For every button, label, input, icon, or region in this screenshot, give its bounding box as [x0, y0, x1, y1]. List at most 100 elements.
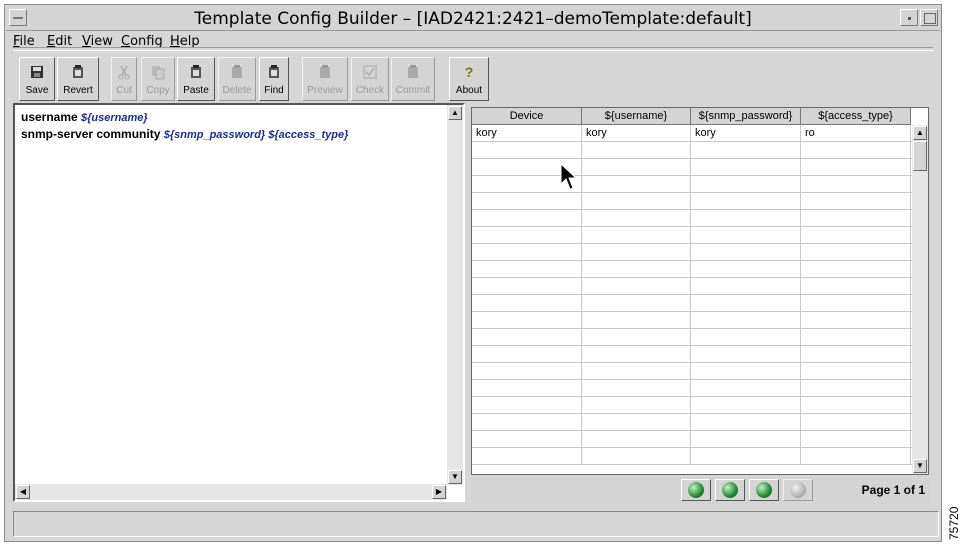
paste-button[interactable]: Paste: [177, 57, 215, 101]
cell-username[interactable]: kory: [582, 125, 691, 141]
table-row[interactable]: [472, 312, 912, 329]
table-row[interactable]: [472, 244, 912, 261]
column-header-device[interactable]: Device: [472, 108, 582, 125]
delete-button[interactable]: Delete: [218, 57, 256, 101]
commit-button[interactable]: Commit: [391, 57, 435, 101]
preview-button[interactable]: Preview: [302, 57, 348, 101]
cell-snmp-password[interactable]: [691, 142, 801, 158]
cell-snmp-password[interactable]: [691, 227, 801, 243]
scroll-up-arrow[interactable]: ▲: [913, 126, 927, 140]
cell-access-type[interactable]: [801, 227, 911, 243]
cell-snmp-password[interactable]: [691, 329, 801, 345]
table-row[interactable]: [472, 295, 912, 312]
cell-username[interactable]: [582, 142, 691, 158]
check-button[interactable]: Check: [351, 57, 389, 101]
table-row[interactable]: [472, 363, 912, 380]
title-bar[interactable]: Template Config Builder – [IAD2421:2421–…: [6, 6, 940, 31]
cell-username[interactable]: [582, 414, 691, 430]
cell-snmp-password[interactable]: [691, 295, 801, 311]
cell-device[interactable]: [472, 329, 582, 345]
cell-device[interactable]: [472, 227, 582, 243]
cell-access-type[interactable]: [801, 329, 911, 345]
cell-username[interactable]: [582, 159, 691, 175]
template-editor[interactable]: username ${username} snmp-server communi…: [13, 103, 465, 502]
table-row[interactable]: [472, 193, 912, 210]
cell-access-type[interactable]: [801, 142, 911, 158]
cell-snmp-password[interactable]: [691, 397, 801, 413]
cell-device[interactable]: [472, 448, 582, 464]
cell-username[interactable]: [582, 346, 691, 362]
revert-button[interactable]: Revert: [57, 57, 99, 101]
cell-snmp-password[interactable]: [691, 380, 801, 396]
cell-username[interactable]: [582, 312, 691, 328]
cell-username[interactable]: [582, 210, 691, 226]
cell-username[interactable]: [582, 448, 691, 464]
cell-access-type[interactable]: ro: [801, 125, 911, 141]
table-row[interactable]: [472, 210, 912, 227]
scroll-down-arrow[interactable]: ▼: [448, 470, 462, 484]
column-header-snmp-password[interactable]: ${snmp_password}: [691, 108, 801, 125]
cell-access-type[interactable]: [801, 380, 911, 396]
cell-device[interactable]: [472, 414, 582, 430]
cell-device[interactable]: [472, 295, 582, 311]
cell-username[interactable]: [582, 176, 691, 192]
cell-access-type[interactable]: [801, 278, 911, 294]
cell-device[interactable]: [472, 142, 582, 158]
cell-snmp-password[interactable]: [691, 193, 801, 209]
maximize-button[interactable]: [920, 9, 938, 26]
cell-access-type[interactable]: [801, 159, 911, 175]
previous-page-button[interactable]: [715, 479, 745, 501]
cell-access-type[interactable]: [801, 312, 911, 328]
copy-button[interactable]: Copy: [141, 57, 175, 101]
cell-snmp-password[interactable]: [691, 176, 801, 192]
cell-snmp-password[interactable]: [691, 210, 801, 226]
cell-access-type[interactable]: [801, 193, 911, 209]
editor-horizontal-scrollbar[interactable]: ◀ ▶: [15, 484, 447, 500]
cut-button[interactable]: Cut: [111, 57, 137, 101]
table-row[interactable]: [472, 397, 912, 414]
scroll-left-arrow[interactable]: ◀: [16, 485, 30, 499]
last-page-button[interactable]: [783, 479, 813, 501]
cell-access-type[interactable]: [801, 346, 911, 362]
about-button[interactable]: ? About: [449, 57, 489, 101]
table-row[interactable]: [472, 278, 912, 295]
cell-device[interactable]: [472, 363, 582, 379]
cell-snmp-password[interactable]: [691, 414, 801, 430]
next-page-button[interactable]: [749, 479, 779, 501]
scroll-up-arrow[interactable]: ▲: [448, 106, 462, 120]
cell-username[interactable]: [582, 329, 691, 345]
cell-username[interactable]: [582, 244, 691, 260]
cell-username[interactable]: [582, 363, 691, 379]
cell-access-type[interactable]: [801, 363, 911, 379]
cell-device[interactable]: [472, 397, 582, 413]
cell-username[interactable]: [582, 227, 691, 243]
cell-snmp-password[interactable]: [691, 431, 801, 447]
table-row[interactable]: [472, 431, 912, 448]
column-header-access-type[interactable]: ${access_type}: [801, 108, 911, 125]
first-page-button[interactable]: [681, 479, 711, 501]
cell-snmp-password[interactable]: [691, 261, 801, 277]
table-row[interactable]: [472, 346, 912, 363]
cell-username[interactable]: [582, 278, 691, 294]
cell-device[interactable]: [472, 261, 582, 277]
cell-access-type[interactable]: [801, 295, 911, 311]
scroll-right-arrow[interactable]: ▶: [432, 485, 446, 499]
cell-snmp-password[interactable]: [691, 363, 801, 379]
table-vertical-scrollbar[interactable]: ▲ ▼: [912, 125, 928, 474]
table-row[interactable]: [472, 176, 912, 193]
scroll-thumb[interactable]: [913, 141, 927, 171]
cell-snmp-password[interactable]: [691, 278, 801, 294]
cell-username[interactable]: [582, 431, 691, 447]
cell-snmp-password[interactable]: kory: [691, 125, 801, 141]
table-row[interactable]: [472, 448, 912, 465]
cell-device[interactable]: [472, 210, 582, 226]
cell-snmp-password[interactable]: [691, 346, 801, 362]
cell-device[interactable]: kory: [472, 125, 582, 141]
cell-device[interactable]: [472, 312, 582, 328]
cell-access-type[interactable]: [801, 261, 911, 277]
cell-snmp-password[interactable]: [691, 159, 801, 175]
cell-access-type[interactable]: [801, 431, 911, 447]
cell-device[interactable]: [472, 346, 582, 362]
table-row[interactable]: [472, 329, 912, 346]
cell-device[interactable]: [472, 431, 582, 447]
